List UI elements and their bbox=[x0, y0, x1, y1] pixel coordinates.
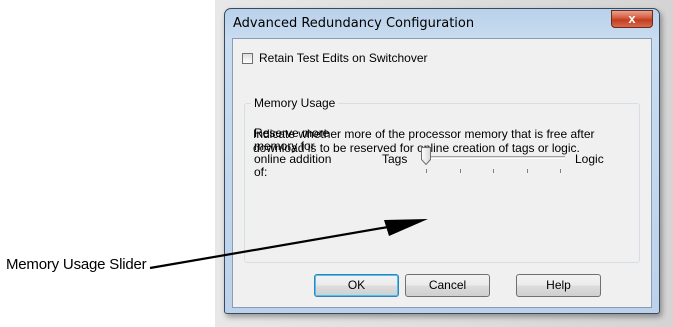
slider-tick bbox=[459, 169, 461, 173]
callout-label: Memory Usage Slider bbox=[6, 256, 147, 273]
retain-test-edits-row[interactable]: Retain Test Edits on Switchover bbox=[242, 51, 428, 65]
memory-usage-legend: Memory Usage bbox=[251, 96, 339, 110]
close-icon: x bbox=[628, 11, 636, 26]
advanced-redundancy-dialog: Advanced Redundancy Configuration x Reta… bbox=[224, 8, 660, 314]
memory-usage-slider[interactable] bbox=[421, 147, 565, 175]
slider-tick bbox=[560, 169, 561, 173]
reserve-memory-label: Reserve more memory for online addition … bbox=[254, 126, 332, 179]
tags-label: Tags bbox=[382, 152, 408, 166]
retain-test-edits-checkbox[interactable] bbox=[242, 52, 253, 64]
slider-tick bbox=[526, 169, 528, 173]
help-button[interactable]: Help bbox=[516, 274, 601, 297]
retain-test-edits-label[interactable]: Retain Test Edits on Switchover bbox=[259, 51, 428, 65]
cancel-button[interactable]: Cancel bbox=[405, 274, 490, 297]
slider-tick bbox=[426, 169, 427, 173]
ok-button[interactable]: OK bbox=[314, 274, 399, 297]
logic-label: Logic bbox=[575, 152, 604, 166]
slider-tick bbox=[493, 169, 494, 173]
slider-thumb[interactable] bbox=[421, 147, 431, 165]
slider-track[interactable] bbox=[421, 156, 565, 159]
dialog-title: Advanced Redundancy Configuration bbox=[233, 16, 475, 31]
title-bar[interactable]: Advanced Redundancy Configuration x bbox=[225, 9, 659, 37]
close-button[interactable]: x bbox=[611, 10, 653, 28]
dialog-body: Retain Test Edits on Switchover Memory U… bbox=[232, 38, 652, 308]
